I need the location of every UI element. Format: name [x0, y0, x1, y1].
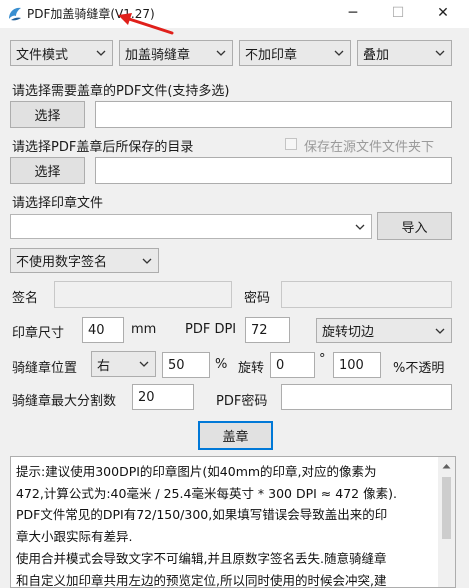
pdf-password-field[interactable] — [281, 384, 452, 410]
import-stamp-button[interactable]: 导入 — [377, 212, 452, 240]
overlay-select-value: 叠加 — [363, 47, 390, 63]
digital-signature-select[interactable]: 不使用数字签名 — [10, 248, 159, 273]
stamp-option-select[interactable]: 不加印章 — [239, 40, 351, 66]
signature-password-label: 密码 — [244, 291, 271, 306]
stamp-size-unit: mm — [131, 322, 157, 337]
select-pdf-button[interactable]: 选择 — [10, 101, 85, 128]
pdf-dpi-field[interactable]: 72 — [245, 317, 290, 343]
tips-line: 472,计算公式为:40毫米 / 25.4毫米每英寸 * 300 DPI ≈ 4… — [16, 485, 397, 501]
chevron-down-icon — [142, 258, 152, 264]
output-dir-field[interactable] — [95, 157, 452, 184]
stamp-size-label: 印章尺寸 — [12, 326, 65, 341]
opacity-field[interactable]: 100 — [333, 352, 381, 378]
tips-scrollbar[interactable] — [438, 457, 455, 587]
chevron-down-icon — [216, 50, 226, 56]
chevron-down-icon — [334, 50, 344, 56]
chevron-down-icon — [355, 224, 365, 230]
percent-sign: % — [215, 357, 228, 372]
minimize-button[interactable]: ─ — [330, 0, 376, 26]
pdf-select-label: 请选择需要盖章的PDF文件(支持多选) — [12, 84, 230, 99]
overlay-select[interactable]: 叠加 — [357, 40, 452, 66]
rotate-field[interactable]: 0 — [270, 352, 315, 378]
save-in-source-label: 保存在源文件文件夹下 — [304, 140, 435, 155]
opacity-label: %不透明 — [393, 361, 445, 376]
signature-password-field[interactable] — [281, 281, 452, 308]
digital-signature-select-value: 不使用数字签名 — [16, 255, 108, 270]
stamp-type-select-value: 加盖骑缝章 — [125, 47, 191, 63]
app-logo-icon — [9, 7, 21, 21]
save-in-source-checkbox[interactable] — [285, 138, 297, 150]
signature-name-field[interactable] — [54, 281, 232, 308]
pdf-path-field[interactable] — [95, 101, 452, 128]
stamp-type-select[interactable]: 加盖骑缝章 — [119, 40, 233, 66]
scroll-up-icon[interactable] — [438, 457, 455, 474]
select-output-dir-button[interactable]: 选择 — [10, 157, 85, 184]
seam-position-select[interactable]: 右 — [91, 351, 156, 377]
tips-text: 提示:建议使用300DPI的印章图片(如40mm的印章,对应的像素为 472,计… — [16, 461, 426, 588]
max-split-label: 骑缝章最大分割数 — [12, 394, 117, 409]
tips-line: 提示:建议使用300DPI的印章图片(如40mm的印章,对应的像素为 — [16, 464, 377, 479]
degree-sign: ° — [319, 352, 326, 367]
tips-line: 使用合并模式会导致文字不可编辑,并且原数字签名丢失.随意骑缝章 — [16, 550, 387, 566]
maximize-button[interactable]: ☐ — [375, 0, 421, 26]
chevron-down-icon — [435, 328, 445, 334]
pdf-password-label: PDF密码 — [216, 394, 268, 409]
tips-line: 章大小跟实际有差异. — [16, 529, 133, 545]
signature-name-label: 签名 — [12, 291, 39, 306]
max-split-field[interactable]: 20 — [132, 384, 194, 410]
tips-line: PDF文件常见的DPI有72/150/300,如果填写错误会导致盖出来的印 — [16, 507, 388, 523]
seam-position-label: 骑缝章位置 — [12, 361, 78, 376]
chevron-down-icon — [435, 50, 445, 56]
seam-position-select-value: 右 — [97, 358, 111, 374]
rotate-mode-select-value: 旋转切边 — [322, 325, 375, 340]
stamp-file-label: 请选择印章文件 — [12, 196, 104, 211]
red-arrow-annotation — [118, 13, 174, 35]
stamp-file-select[interactable] — [10, 214, 372, 239]
stamp-size-field[interactable]: 40 — [82, 317, 124, 343]
pdf-dpi-label: PDF DPI — [185, 322, 237, 337]
scroll-thumb[interactable] — [442, 477, 451, 539]
chevron-down-icon — [96, 50, 106, 56]
position-percent-field[interactable]: 50 — [162, 352, 210, 378]
stamp-button[interactable]: 盖章 — [198, 421, 273, 450]
tips-text-box[interactable]: 提示:建议使用300DPI的印章图片(如40mm的印章,对应的像素为 472,计… — [10, 456, 456, 588]
output-dir-label: 请选择PDF盖章后所保存的目录 — [12, 140, 194, 155]
tips-line: 和自定义加印章共用左边的预览定位,所以同时使用的时候会冲突,建 — [16, 572, 387, 588]
chevron-down-icon — [139, 361, 149, 367]
mode-select-value: 文件模式 — [16, 47, 69, 63]
stamp-option-select-value: 不加印章 — [245, 47, 298, 63]
mode-select[interactable]: 文件模式 — [10, 40, 113, 66]
rotate-label: 旋转 — [238, 361, 265, 376]
rotate-mode-select[interactable]: 旋转切边 — [316, 318, 452, 343]
close-button[interactable]: ✕ — [420, 0, 466, 26]
